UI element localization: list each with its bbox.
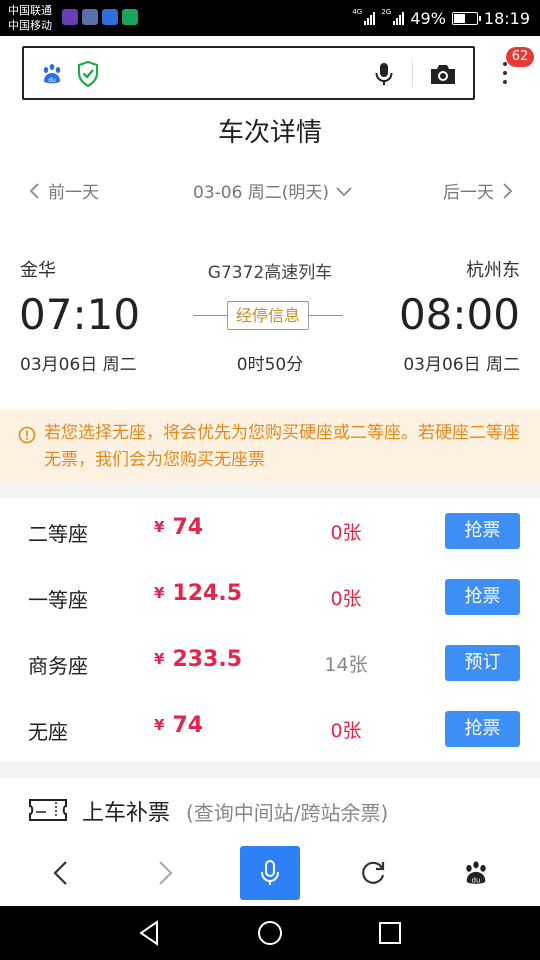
warning-icon [18, 426, 36, 444]
back-arrow-icon [53, 861, 67, 885]
seat-action-button[interactable]: 抢票 [445, 711, 520, 747]
date-navigation: 前一天 03-06 周二(明天) 后一天 [0, 174, 540, 206]
next-day-label: 后一天 [443, 183, 494, 203]
system-navigation-bar [0, 906, 540, 960]
microphone-icon [261, 860, 279, 885]
seat-action-button[interactable]: 预订 [445, 645, 520, 681]
next-day-button[interactable]: 后一天 [443, 178, 514, 203]
no-seat-notice: 若您选择无座，将会优先为您购买硬座或二等座。若硬座二等座无票，我们会为您购买无座… [0, 410, 540, 482]
camera-icon[interactable] [429, 62, 457, 86]
seat-price: ¥74 [154, 713, 203, 738]
forward-button[interactable] [136, 846, 196, 900]
previous-day-button[interactable]: 前一天 [28, 178, 99, 203]
seat-price: ¥74 [154, 515, 203, 540]
seat-row: 二等座 ¥74 0张 抢票 [0, 498, 540, 564]
signal-2g-icon: 2G [381, 8, 405, 25]
notification-icons [62, 9, 138, 25]
search-divider [412, 61, 413, 87]
signal-4g-icon: 4G [352, 8, 376, 25]
seat-class-name: 无座 [28, 720, 68, 744]
chevron-left-icon [29, 182, 39, 199]
message-app-icon [82, 9, 98, 25]
section-gap [0, 762, 540, 778]
tickets-remaining: 0张 [330, 720, 362, 742]
seat-row: 无座 ¥74 0张 抢票 [0, 696, 540, 762]
baidu-du-icon[interactable]: du [40, 62, 64, 86]
chevron-right-icon [503, 182, 513, 199]
price-value: 124.5 [172, 581, 243, 606]
baidu-app-icon [102, 9, 118, 25]
baidu-paw-icon: du [466, 861, 486, 884]
refresh-button[interactable] [343, 846, 403, 900]
arrival-time: 08:00 [398, 290, 520, 339]
notification-badge: 62 [506, 47, 534, 67]
current-date-label: 03-06 周二(明天) [193, 183, 330, 203]
price-value: 74 [172, 713, 204, 738]
section-gap [0, 482, 540, 498]
ticket-icon [29, 799, 67, 821]
refresh-icon [362, 861, 385, 884]
divider-line [309, 315, 343, 316]
status-bar: 中国联通 中国移动 4G 2G 49% 18:19 [0, 0, 540, 36]
onboard-ticket-subtitle: (查询中间站/跨站余票) [186, 801, 389, 825]
back-button[interactable] [30, 846, 90, 900]
carrier-names: 中国联通 中国移动 [8, 3, 52, 33]
video-app-icon [62, 9, 78, 25]
page-title: 车次详情 [217, 118, 322, 148]
currency-symbol: ¥ [154, 518, 165, 536]
voice-button[interactable] [240, 846, 300, 900]
system-home-icon[interactable] [255, 918, 285, 948]
currency-symbol: ¥ [154, 716, 165, 734]
system-back-icon[interactable] [135, 918, 165, 948]
departure-time: 07:10 [19, 290, 141, 339]
carrier-2: 中国移动 [8, 19, 52, 32]
tickets-remaining: 0张 [330, 588, 362, 610]
tickets-remaining: 0张 [330, 522, 362, 544]
forward-arrow-icon [159, 861, 173, 885]
onboard-ticket-label: 上车补票 [82, 801, 171, 826]
tickets-remaining: 14张 [324, 654, 368, 676]
system-recents-icon[interactable] [375, 918, 405, 948]
china-mobile-app-icon [122, 9, 138, 25]
seat-row: 一等座 ¥124.5 0张 抢票 [0, 564, 540, 630]
browser-toolbar: du [0, 846, 540, 904]
clock: 18:19 [483, 8, 530, 28]
stops-info-button[interactable]: 经停信息 [227, 301, 309, 330]
seat-price: ¥233.5 [154, 647, 242, 672]
seat-row: 商务座 ¥233.5 14张 预订 [0, 630, 540, 696]
onboard-ticket-row[interactable]: 上车补票 (查询中间站/跨站余票) [0, 778, 540, 842]
currency-symbol: ¥ [154, 650, 165, 668]
battery-icon [451, 11, 481, 25]
seat-class-name: 一等座 [28, 588, 88, 612]
svg-text:du: du [48, 77, 56, 84]
seat-price: ¥124.5 [154, 581, 242, 606]
currency-symbol: ¥ [154, 584, 165, 602]
seat-class-name: 商务座 [28, 654, 88, 678]
svg-text:du: du [472, 876, 481, 884]
browser-search-box[interactable]: du [22, 46, 475, 100]
price-value: 233.5 [172, 647, 243, 672]
chevron-down-icon [336, 186, 352, 196]
divider-line [193, 315, 227, 316]
baidu-home-button[interactable]: du [446, 846, 506, 900]
notice-text: 若您选择无座，将会优先为您购买硬座或二等座。若硬座二等座无票，我们会为您购买无座… [44, 423, 520, 470]
previous-day-label: 前一天 [48, 183, 99, 203]
arrival-date: 03月06日 周二 [403, 355, 520, 375]
date-selector[interactable]: 03-06 周二(明天) [193, 178, 353, 203]
carrier-1: 中国联通 [8, 4, 52, 17]
seat-action-button[interactable]: 抢票 [445, 513, 520, 549]
security-shield-icon[interactable] [76, 60, 100, 88]
seat-class-name: 二等座 [28, 522, 88, 546]
battery-percent: 49% [410, 8, 446, 28]
train-number: G7372高速列车 [207, 263, 333, 283]
price-value: 74 [172, 515, 204, 540]
voice-search-icon[interactable] [373, 61, 395, 87]
seat-action-button[interactable]: 抢票 [445, 579, 520, 615]
